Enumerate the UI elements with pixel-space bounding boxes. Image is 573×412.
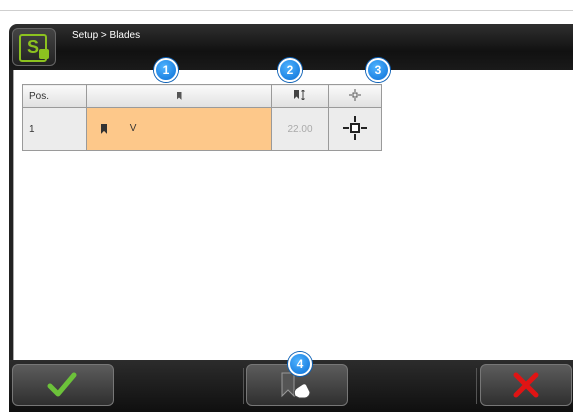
crosshair-small-icon: [349, 88, 361, 101]
bookmark-icon: [176, 91, 182, 100]
setup-app-icon[interactable]: S: [12, 28, 56, 66]
app-sub-glyph: [39, 49, 49, 59]
crosshair-icon: [343, 115, 367, 140]
close-icon: [513, 372, 539, 398]
column-header-blade[interactable]: [86, 84, 272, 108]
bookmark-dimension-icon: [294, 88, 305, 101]
cell-blade[interactable]: V: [86, 107, 272, 151]
callout-4: 4: [288, 352, 312, 376]
footer-slot: [350, 368, 477, 404]
cell-pos[interactable]: 1: [22, 107, 87, 151]
table-row[interactable]: 1 V 22.00: [22, 107, 382, 151]
bookmark-icon: [101, 123, 107, 134]
checkmark-icon: [47, 372, 77, 397]
top-border: [0, 0, 573, 11]
footer-slot: [112, 368, 244, 404]
cell-point[interactable]: [328, 107, 382, 151]
callout-3: 3: [366, 58, 390, 82]
callout-1: 1: [154, 58, 178, 82]
column-header-point[interactable]: [328, 84, 382, 108]
cancel-button[interactable]: [480, 364, 572, 406]
blade-name: V: [129, 123, 137, 135]
blades-table: Pos. 1 V 22.00: [22, 84, 382, 151]
callout-2: 2: [278, 58, 302, 82]
column-header-value[interactable]: [271, 84, 329, 108]
ok-button[interactable]: [12, 364, 114, 406]
breadcrumb: Setup > Blades: [72, 30, 141, 41]
column-header-pos[interactable]: Pos.: [22, 84, 87, 108]
cell-value[interactable]: 22.00: [271, 107, 329, 151]
